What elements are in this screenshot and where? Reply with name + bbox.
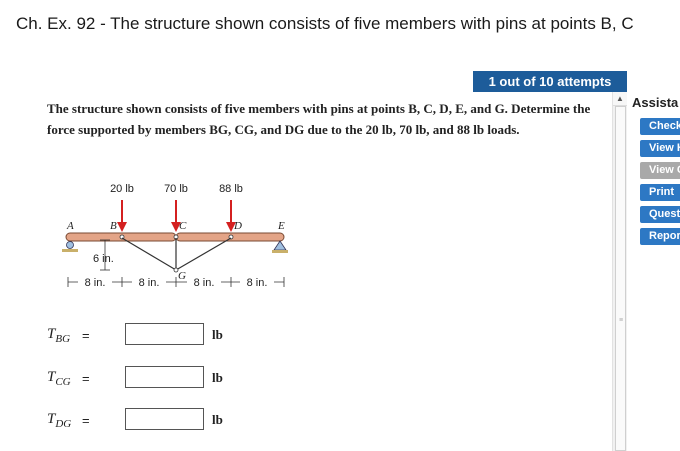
print-button[interactable]: Print bbox=[640, 184, 680, 201]
span-label-1: 8 in. bbox=[85, 277, 106, 289]
question-button[interactable]: Quest bbox=[640, 206, 680, 223]
point-label-c: C bbox=[179, 220, 187, 232]
point-label-d: D bbox=[233, 220, 242, 232]
grip-icon: ≡ bbox=[619, 317, 624, 324]
answer-label-dg: TDG bbox=[47, 411, 72, 430]
point-label-b: B bbox=[110, 220, 117, 232]
unit-label: lb bbox=[212, 370, 223, 385]
view-hint-button[interactable]: View H bbox=[640, 140, 680, 157]
view-concept-button: View C bbox=[640, 162, 680, 179]
report-button[interactable]: Repor bbox=[640, 228, 680, 245]
scroll-thumb[interactable]: ≡ bbox=[615, 106, 626, 451]
load-label-20: 20 lb bbox=[110, 183, 134, 195]
answer-label-cg: TCG bbox=[47, 369, 71, 388]
load-arrow-b bbox=[117, 200, 127, 232]
support-a bbox=[62, 241, 78, 252]
tbg-input[interactable] bbox=[125, 323, 204, 345]
point-label-a: A bbox=[66, 220, 74, 232]
point-label-e: E bbox=[277, 220, 285, 232]
links-to-g bbox=[121, 237, 232, 271]
vertical-scrollbar[interactable]: ▲ ≡ bbox=[612, 92, 627, 451]
span-label-2: 8 in. bbox=[139, 277, 160, 289]
structure-diagram: 20 lb 70 lb 88 lb A B C D E G 6 in. 8 in… bbox=[62, 183, 288, 289]
span-label-3: 8 in. bbox=[194, 277, 215, 289]
check-button[interactable]: Check bbox=[640, 118, 680, 135]
tcg-input[interactable] bbox=[125, 366, 204, 388]
page-title: Ch. Ex. 92 - The structure shown consist… bbox=[16, 14, 634, 33]
assistance-title: Assista bbox=[632, 95, 679, 110]
support-e bbox=[272, 240, 288, 253]
attempts-badge: 1 out of 10 attempts bbox=[473, 71, 627, 92]
point-label-g: G bbox=[178, 270, 186, 282]
span-label-4: 8 in. bbox=[247, 277, 268, 289]
unit-label: lb bbox=[212, 327, 223, 342]
equals-sign: = bbox=[82, 328, 90, 343]
height-dim-label: 6 in. bbox=[93, 253, 114, 265]
unit-label: lb bbox=[212, 412, 223, 427]
scroll-up-arrow-icon[interactable]: ▲ bbox=[613, 92, 627, 106]
tdg-input[interactable] bbox=[125, 408, 204, 430]
equals-sign: = bbox=[82, 371, 90, 386]
equals-sign: = bbox=[82, 413, 90, 428]
load-label-70: 70 lb bbox=[164, 183, 188, 195]
answer-label-bg: TBG bbox=[47, 326, 71, 345]
load-label-88: 88 lb bbox=[219, 183, 243, 195]
problem-statement: The structure shown consists of five mem… bbox=[47, 101, 591, 137]
